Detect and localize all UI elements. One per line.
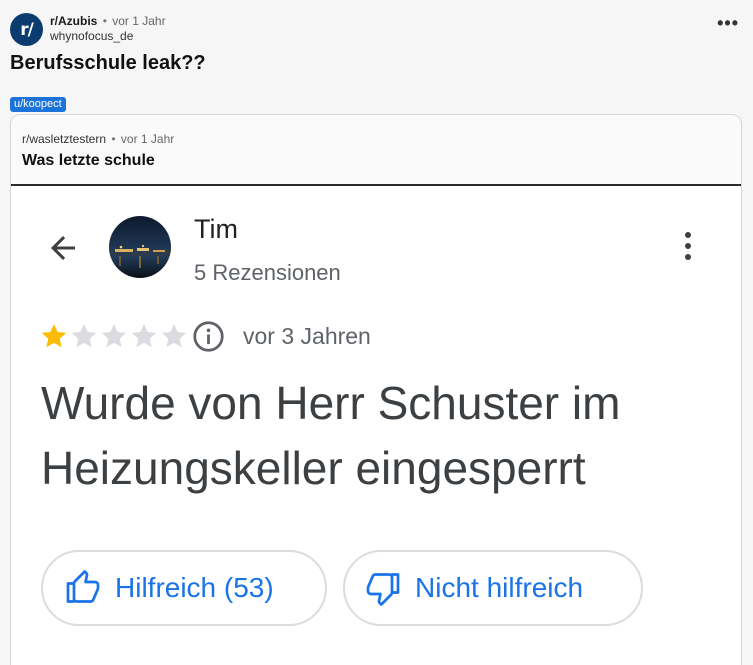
reviewer-review-count: 5 Rezensionen (194, 260, 341, 285)
review-time: vor 3 Jahren (243, 323, 371, 349)
post-time: vor 1 Jahr (112, 14, 166, 28)
post-meta-top: r/Azubis • vor 1 Jahr (50, 14, 166, 29)
star-icon (71, 324, 97, 348)
post-meta: r/Azubis • vor 1 Jahr whynofocus_de (50, 14, 166, 44)
thumbs-up-icon (66, 570, 100, 603)
author-link[interactable]: whynofocus_de (50, 29, 166, 44)
crosspost-card[interactable]: r/wasletztestern • vor 1 Jahr Was letzte… (10, 114, 742, 665)
helpful-label: Hilfreich (53) (115, 572, 274, 603)
review-text: Wurde von Herr Schuster im Heizungskelle… (41, 377, 621, 494)
helpful-button[interactable]: Hilfreich (53) (41, 550, 327, 626)
crosspost-time: vor 1 Jahr (120, 132, 175, 146)
star-icon (161, 324, 187, 348)
not-helpful-button[interactable]: Nicht hilfreich (343, 550, 643, 626)
star-icon (41, 324, 67, 348)
star-icon (131, 324, 157, 348)
more-options-button[interactable]: ••• (717, 14, 739, 32)
subreddit-avatar[interactable]: r/ (10, 13, 43, 46)
meta-separator: • (111, 132, 116, 146)
kebab-menu-icon[interactable] (681, 232, 695, 264)
crosspost-subreddit-link[interactable]: r/wasletztestern (22, 132, 106, 146)
post-flair[interactable]: u/koopect (10, 97, 66, 112)
reviewer-name[interactable]: Tim (194, 214, 238, 245)
star-icon (101, 324, 127, 348)
not-helpful-label: Nicht hilfreich (415, 572, 584, 603)
meta-separator: • (102, 14, 107, 28)
back-arrow-icon (51, 236, 75, 260)
thumbs-down-icon (366, 573, 400, 606)
star-rating (39, 321, 189, 351)
crosspost-meta: r/wasletztestern • vor 1 Jahr (22, 132, 174, 146)
reviewer-avatar (109, 216, 171, 278)
post-header: r/ r/Azubis • vor 1 Jahr whynofocus_de (10, 13, 166, 46)
info-icon[interactable] (192, 320, 225, 353)
review-screenshot-image[interactable]: Tim 5 Rezensionen vor 3 Jahren Wurde von… (11, 184, 741, 665)
post-title[interactable]: Berufsschule leak?? (10, 52, 206, 75)
crosspost-title[interactable]: Was letzte schule (22, 152, 155, 170)
subreddit-link[interactable]: r/Azubis (50, 14, 97, 28)
